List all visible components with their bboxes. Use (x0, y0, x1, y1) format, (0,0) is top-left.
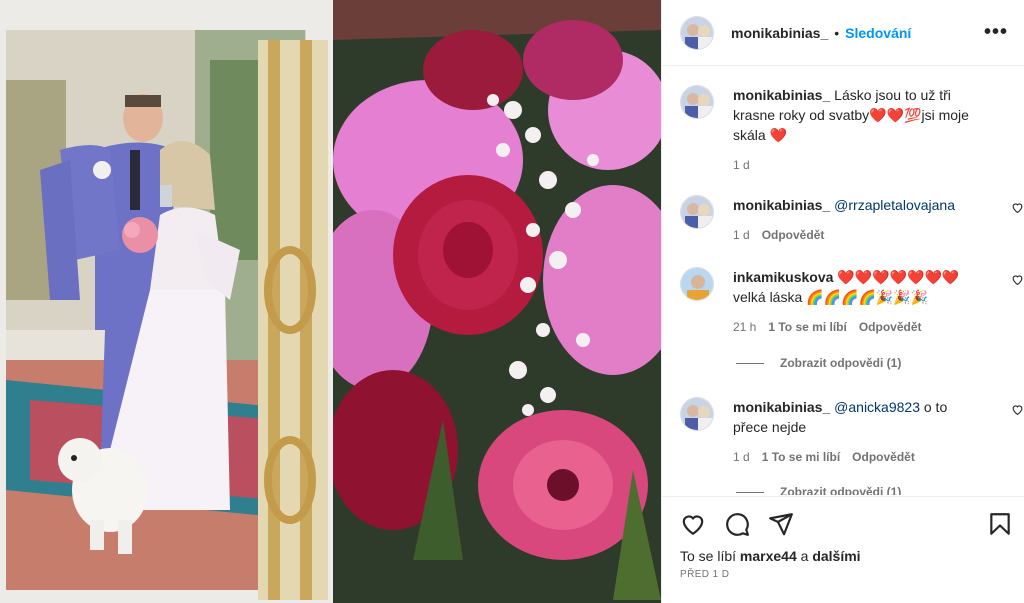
likes-others[interactable]: dalšími (812, 548, 860, 564)
mention-link[interactable]: @rrzapletalovajana (834, 197, 955, 213)
divider (736, 362, 764, 364)
avatar[interactable] (680, 267, 714, 301)
caption-username[interactable]: monikabinias_ (733, 87, 830, 103)
caption: monikabinias_ Lásko jsou to už tři krasn… (680, 85, 1010, 175)
caption-time[interactable]: 1 d (733, 155, 750, 175)
post-date[interactable]: PŘED 1 D (680, 569, 729, 580)
view-replies-button[interactable]: Zobrazit odpovědi (1) (736, 356, 901, 370)
reply-button[interactable]: Odpovědět (852, 447, 915, 467)
bouquet-photo (333, 0, 661, 603)
post-username[interactable]: monikabinias_ (731, 25, 828, 41)
following-button[interactable]: Sledování (845, 25, 911, 41)
post-header: monikabinias_ • Sledování ••• (662, 0, 1024, 66)
wedding-photo (0, 0, 333, 603)
separator-dot: • (834, 24, 840, 41)
view-replies-label[interactable]: Zobrazit odpovědi (1) (780, 356, 901, 370)
comment-time[interactable]: 1 d (733, 447, 750, 467)
comment-time[interactable]: 21 h (733, 317, 756, 337)
likes-join: a (800, 548, 809, 564)
post-actions: To se líbí marxe44 a dalšími PŘED 1 D (662, 496, 1024, 603)
save-icon[interactable] (987, 511, 1013, 537)
likes-user[interactable]: marxe44 (740, 548, 797, 564)
divider (736, 491, 764, 493)
comment-like-icon[interactable] (1011, 403, 1024, 416)
comment-like-icon[interactable] (1011, 273, 1024, 286)
like-icon[interactable] (680, 511, 706, 537)
instagram-post: monikabinias_ • Sledování ••• monikabini… (0, 0, 1024, 603)
comment-likes[interactable]: 1 To se mi líbí (768, 317, 846, 337)
likes-summary[interactable]: To se líbí marxe44 a dalšími (680, 548, 861, 564)
avatar[interactable] (680, 15, 714, 50)
avatar[interactable] (680, 85, 714, 119)
comment-username[interactable]: monikabinias_ (733, 197, 830, 213)
view-replies-button[interactable]: Zobrazit odpovědi (1) (736, 485, 901, 495)
comment-likes[interactable]: 1 To se mi líbí (762, 447, 840, 467)
action-icons (680, 511, 1013, 539)
comment-icon[interactable] (724, 511, 750, 537)
comment-like-icon[interactable] (1011, 201, 1024, 214)
comment-time[interactable]: 1 d (733, 225, 750, 245)
reply-button[interactable]: Odpovědět (859, 317, 922, 337)
comment-item: monikabinias_ @rrzapletalovajana 1 d Odp… (680, 195, 1023, 245)
comment-username[interactable]: inkamikuskova (733, 269, 833, 285)
comment-username[interactable]: monikabinias_ (733, 399, 830, 415)
comments-list[interactable]: monikabinias_ Lásko jsou to už tři krasn… (662, 67, 1024, 495)
mention-link[interactable]: @anicka9823 (834, 399, 920, 415)
share-icon[interactable] (768, 511, 794, 537)
comment-item: inkamikuskova ❤️❤️❤️❤️❤️❤️❤️ velká láska… (680, 267, 1023, 337)
likes-prefix: To se líbí (680, 548, 737, 564)
avatar[interactable] (680, 195, 714, 229)
reply-button[interactable]: Odpovědět (762, 225, 825, 245)
post-media[interactable] (0, 0, 661, 603)
more-options-icon[interactable]: ••• (984, 21, 1008, 44)
post-sidebar: monikabinias_ • Sledování ••• monikabini… (661, 0, 1024, 603)
comment-item: monikabinias_ @anicka9823 o to přece nej… (680, 397, 1023, 467)
avatar[interactable] (680, 397, 714, 431)
view-replies-label[interactable]: Zobrazit odpovědi (1) (780, 485, 901, 495)
